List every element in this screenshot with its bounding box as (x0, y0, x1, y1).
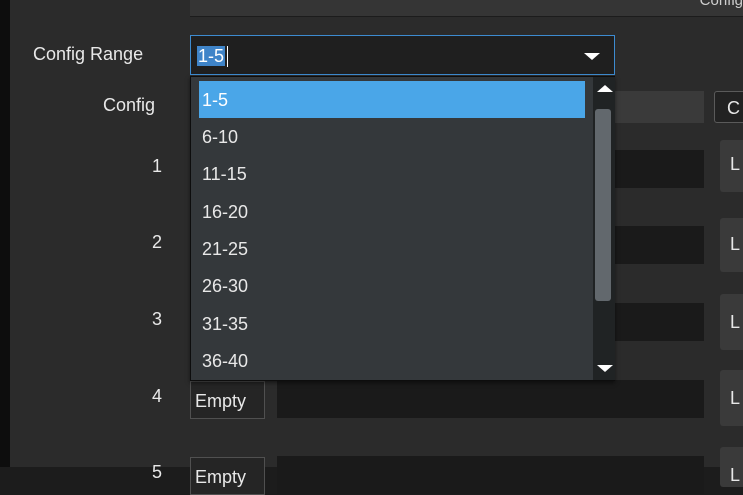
row-load-button[interactable]: L (720, 218, 743, 272)
dropdown-option[interactable]: 21-25 (199, 230, 585, 267)
row-number: 2 (151, 232, 162, 252)
row-config-field[interactable] (600, 303, 704, 341)
window-left-border (0, 0, 10, 467)
row-number: 5 (151, 462, 162, 482)
dropdown-option[interactable]: 11-15 (199, 155, 585, 192)
config-header-button[interactable]: C (714, 91, 743, 123)
header-partial-label: Config (699, 0, 743, 9)
row-config-field[interactable] (277, 456, 704, 494)
top-header-bar: Config (190, 0, 743, 17)
slot-empty-button[interactable]: Empty (190, 381, 265, 419)
chevron-down-icon[interactable] (584, 53, 600, 60)
text-caret (227, 46, 228, 67)
scrollbar-thumb[interactable] (595, 109, 611, 301)
config-range-dropdown[interactable]: 1-5 6-10 11-15 16-20 21-25 26-30 31-35 3… (190, 76, 615, 381)
slot-empty-button[interactable]: Empty (190, 457, 265, 495)
row-load-button[interactable]: L (720, 447, 743, 487)
row-config-field[interactable] (277, 380, 704, 418)
dropdown-option[interactable]: 26-30 (199, 267, 585, 304)
dropdown-option[interactable]: 31-35 (199, 305, 585, 342)
dropdown-scrollbar[interactable] (593, 77, 615, 380)
config-range-combobox[interactable]: 1-5 (190, 35, 615, 75)
config-header-field (600, 91, 704, 123)
config-column-label: Config (103, 95, 156, 115)
row-number: 4 (151, 386, 162, 406)
row-number: 3 (151, 309, 162, 329)
dropdown-option[interactable]: 16-20 (199, 193, 585, 230)
dropdown-option[interactable]: 36-40 (199, 342, 585, 379)
row-number: 1 (151, 156, 162, 176)
scroll-up-arrow-icon[interactable] (597, 85, 613, 92)
row-config-field[interactable] (600, 150, 704, 188)
dropdown-option[interactable]: 1-5 (199, 81, 585, 118)
config-range-label: Config Range (33, 44, 144, 64)
row-config-field[interactable] (600, 226, 704, 264)
row-load-button[interactable]: L (720, 370, 743, 426)
row-load-button[interactable]: L (720, 294, 743, 350)
scroll-down-arrow-icon[interactable] (597, 365, 613, 372)
row-load-button[interactable]: L (720, 140, 743, 192)
config-range-value[interactable]: 1-5 (197, 46, 226, 67)
dropdown-option[interactable]: 6-10 (199, 118, 585, 155)
